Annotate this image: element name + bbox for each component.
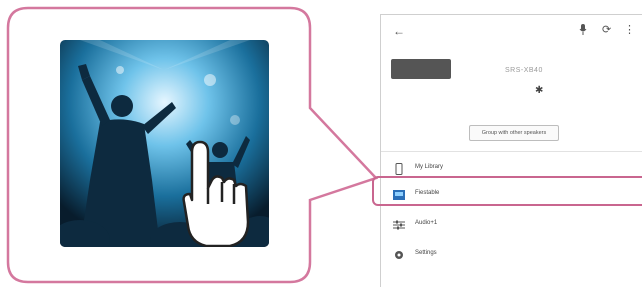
device-name: SRS-XB40 [505, 67, 543, 74]
equalizer-icon [393, 218, 405, 230]
bluetooth-icon: ✱ [535, 85, 544, 96]
menu-item-audio[interactable]: Audio+1 [381, 211, 642, 237]
menu-label: Audio+1 [415, 220, 438, 226]
concert-image [60, 40, 269, 247]
fiestable-highlight [372, 176, 642, 206]
group-speakers-button[interactable]: Group with other speakers [469, 125, 559, 141]
menu-label: Settings [415, 250, 437, 256]
refresh-icon[interactable]: ⟳ [602, 23, 611, 36]
phone-icon [393, 162, 405, 175]
device-image-placeholder [391, 59, 451, 79]
gear-icon [393, 248, 405, 260]
app-toolbar: ← ⟳ ⋮ [381, 15, 642, 47]
more-options-icon[interactable]: ⋮ [624, 23, 635, 36]
menu-item-settings[interactable]: Settings [381, 241, 642, 267]
app-screen: ← ⟳ ⋮ SRS-XB40 ✱ Group with other speake… [380, 14, 642, 287]
divider [381, 151, 642, 152]
back-arrow-icon[interactable]: ← [393, 24, 405, 38]
menu-label: My Library [415, 164, 444, 170]
microphone-icon[interactable] [579, 24, 587, 38]
